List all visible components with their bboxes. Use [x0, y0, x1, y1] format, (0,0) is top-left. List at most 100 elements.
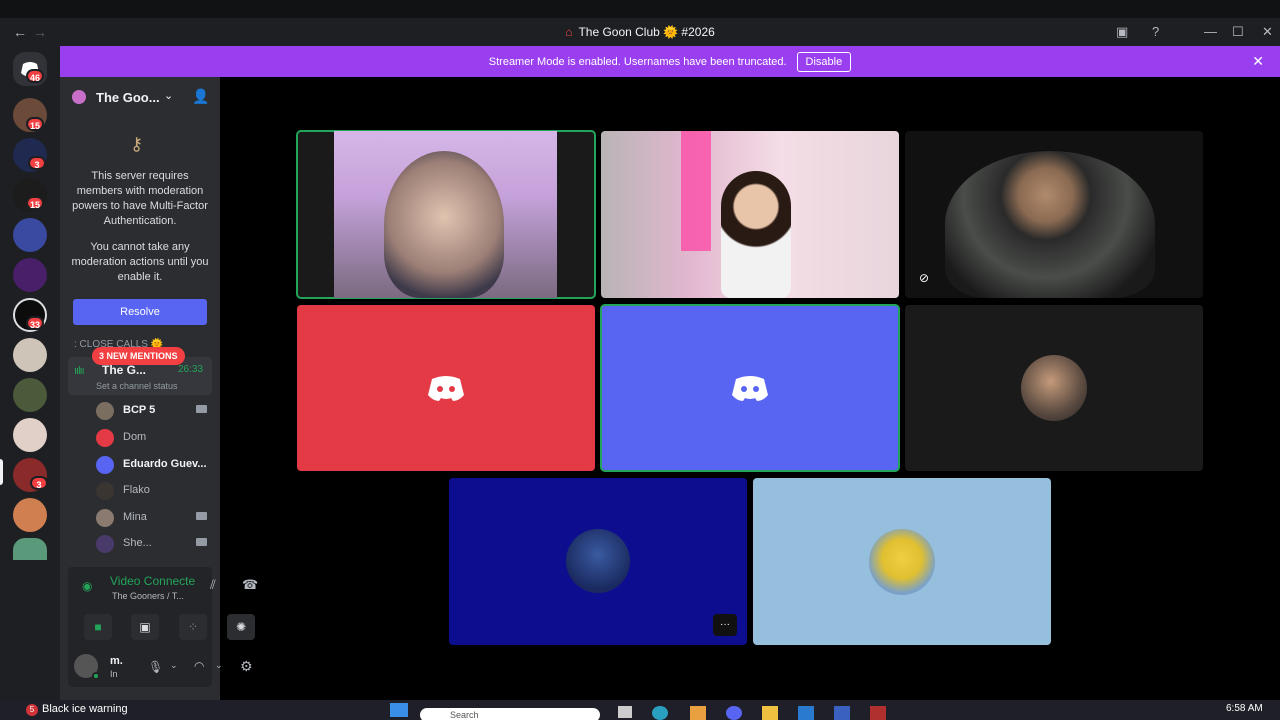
- notification-badge: 3: [28, 156, 46, 170]
- notification-badge: 15: [26, 117, 44, 131]
- help-icon[interactable]: ?: [1152, 24, 1159, 39]
- voice-user[interactable]: Flako: [96, 480, 216, 500]
- settings-gear-icon[interactable]: ⚙: [240, 658, 253, 675]
- avatar: [566, 529, 630, 593]
- discord-logo-icon: [732, 376, 768, 401]
- video-tile[interactable]: [753, 478, 1051, 645]
- video-tile[interactable]: [601, 131, 899, 298]
- voice-user-name: Eduardo Guev...: [123, 458, 207, 470]
- chevron-down-icon[interactable]: ⌄: [215, 660, 223, 671]
- server-icon[interactable]: [13, 218, 47, 252]
- app-icon[interactable]: [870, 706, 886, 720]
- camera-button[interactable]: ■: [84, 614, 112, 640]
- server-name: The Goo...: [96, 90, 160, 105]
- video-tile[interactable]: [600, 304, 900, 472]
- server-icon[interactable]: [13, 498, 47, 532]
- camera-icon: [196, 538, 207, 546]
- server-icon[interactable]: [13, 338, 47, 372]
- discord-logo-icon: [428, 376, 464, 401]
- server-icon[interactable]: [13, 258, 47, 292]
- new-mentions-badge[interactable]: 3 NEW MENTIONS: [92, 347, 185, 365]
- voice-user[interactable]: Dom: [96, 427, 216, 447]
- weather-badge: 5: [26, 704, 38, 716]
- resolve-button[interactable]: Resolve: [73, 299, 207, 325]
- notification-badge: 46: [26, 69, 44, 83]
- noise-suppression-icon[interactable]: ⫽: [210, 577, 216, 593]
- voice-user-name: Dom: [123, 431, 147, 443]
- camera-icon: [196, 405, 207, 413]
- voice-channel-name: The G...: [102, 363, 147, 377]
- screen-share-button[interactable]: ▣: [131, 614, 159, 640]
- avatar: [869, 529, 935, 595]
- mfa-warning-text: You cannot take any moderation actions u…: [71, 241, 209, 283]
- microphone-icon[interactable]: 🎙: [148, 660, 163, 674]
- avatar: [96, 509, 114, 527]
- voice-user[interactable]: Eduardo Guev...: [96, 454, 216, 474]
- more-options-button[interactable]: ···: [713, 614, 737, 636]
- search-placeholder: Search: [450, 710, 479, 720]
- notification-badge: 33: [26, 316, 44, 330]
- file-explorer-icon[interactable]: [762, 706, 778, 720]
- avatar: [1021, 355, 1087, 421]
- voice-user[interactable]: BCP 5: [96, 400, 216, 420]
- mfa-requirement-text: This server requires members with modera…: [72, 170, 208, 227]
- title-bar: ← → ⌂ The Goon Club 🌞 #2026 ▣ ? — ☐ ✕: [0, 0, 1280, 46]
- channel-sidebar: The Goo... ⌄ 👤 ⚷ This server requires me…: [60, 77, 258, 700]
- activities-button[interactable]: ⁘: [179, 614, 207, 640]
- voice-channel-time: 26:33: [178, 364, 204, 375]
- camera-icon: [196, 512, 207, 520]
- window-title-text: The Goon Club 🌞 #2026: [578, 25, 715, 39]
- add-member-icon[interactable]: 👤: [192, 88, 209, 105]
- edge-icon[interactable]: [652, 706, 668, 720]
- app-icon[interactable]: [834, 706, 850, 720]
- disable-button[interactable]: Disable: [796, 51, 852, 72]
- server-rail: 46 15 3 15 33 3: [0, 46, 60, 700]
- signal-icon: ◉: [82, 579, 93, 593]
- banner-text: Streamer Mode is enabled. Usernames have…: [488, 55, 787, 68]
- streamer-mode-banner: Streamer Mode is enabled. Usernames have…: [60, 46, 1280, 77]
- video-tile[interactable]: [297, 305, 595, 471]
- voice-user[interactable]: She...: [96, 533, 216, 553]
- video-tile[interactable]: ⊘: [905, 131, 1203, 298]
- headphones-icon[interactable]: ◠: [194, 659, 204, 673]
- server-hut-icon: ⌂: [565, 25, 573, 39]
- video-tile[interactable]: [905, 305, 1203, 471]
- soundboard-button[interactable]: ✺: [227, 614, 255, 640]
- inbox-icon[interactable]: ▣: [1116, 24, 1128, 40]
- server-icon[interactable]: [13, 378, 47, 412]
- user-status: In: [110, 669, 118, 679]
- task-view-icon[interactable]: [618, 706, 632, 718]
- disconnect-icon[interactable]: ☎: [242, 577, 258, 593]
- windows-start-icon[interactable]: [390, 703, 408, 717]
- active-server-pill: [0, 459, 3, 485]
- voice-location[interactable]: The Gooners / T...: [112, 591, 184, 601]
- server-icon[interactable]: [13, 538, 47, 560]
- server-header[interactable]: The Goo... ⌄ 👤: [60, 77, 220, 117]
- voice-user-name: BCP 5: [123, 404, 156, 416]
- channel-status[interactable]: Set a channel status: [96, 381, 178, 391]
- username: m.: [110, 655, 123, 667]
- server-icon[interactable]: [13, 418, 47, 452]
- app-icon[interactable]: [690, 706, 706, 720]
- top-strip: [0, 0, 1280, 18]
- window-title: ⌂ The Goon Club 🌞 #2026: [0, 25, 1280, 39]
- voice-connected-status[interactable]: Video Connecte: [110, 574, 195, 588]
- camera-off-icon: ⊘: [919, 271, 930, 285]
- store-icon[interactable]: [798, 706, 814, 720]
- taskbar-search[interactable]: Search: [420, 708, 600, 720]
- banner-close-icon[interactable]: ✕: [1252, 53, 1264, 70]
- weather-widget[interactable]: Black ice warning: [42, 703, 128, 715]
- minimize-icon[interactable]: —: [1204, 24, 1217, 39]
- discord-taskbar-icon[interactable]: [726, 706, 742, 720]
- voice-user-name: She...: [123, 537, 152, 549]
- voice-user-name: Flako: [123, 484, 150, 496]
- chevron-down-icon: ⌄: [164, 90, 174, 102]
- voice-user[interactable]: Mina: [96, 507, 216, 527]
- maximize-icon[interactable]: ☐: [1232, 24, 1244, 40]
- close-window-icon[interactable]: ✕: [1262, 24, 1273, 40]
- video-tile[interactable]: ···: [449, 478, 747, 645]
- video-tile[interactable]: [296, 130, 596, 299]
- chevron-down-icon[interactable]: ⌄: [170, 660, 178, 671]
- clock[interactable]: 6:58 AM: [1226, 703, 1263, 714]
- avatar: [96, 482, 114, 500]
